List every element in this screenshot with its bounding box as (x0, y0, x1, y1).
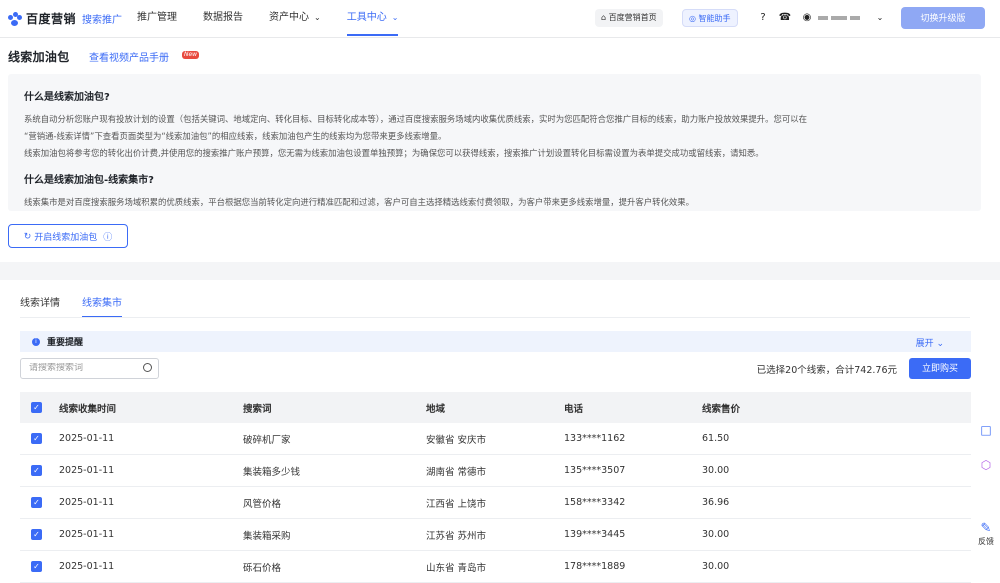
header-phone: 电话 (564, 403, 584, 415)
nav-item-reports[interactable]: 数据报告 (203, 0, 243, 38)
lead-market-card: 线索详情 线索集市 i 重要提醒 展开 ⌄ 已选择20个线索，合计742.76元… (0, 280, 1000, 583)
header-price: 线索售价 (702, 403, 741, 415)
cell-keyword: 集装箱多少钱 (243, 466, 301, 478)
smart-assistant-button[interactable]: ◎ 智能助手 (682, 9, 738, 27)
chevron-down-icon: ⌄ (314, 13, 321, 22)
headset-icon[interactable]: ☎ (778, 11, 792, 25)
row-checkbox[interactable]: ✓ (31, 497, 42, 508)
chevron-down-icon: ⌄ (391, 13, 399, 22)
cell-price: 61.50 (702, 433, 730, 444)
cell-phone: 133****1162 (564, 433, 626, 444)
intro-question-2: 什么是线索加油包-线索集市? (24, 175, 154, 186)
info-icon: i (32, 337, 40, 346)
buy-now-button[interactable]: 立即购买 (909, 358, 971, 379)
feedback-button[interactable]: ✎ 反馈 (974, 521, 998, 547)
account-name-masked[interactable] (818, 16, 866, 21)
cell-phone: 135****3507 (564, 465, 626, 476)
header-collect-time[interactable]: 线索收集时间 (59, 401, 243, 415)
intro-paragraph-1: 系统自动分析您账户现有投放计划的设置（包括关键词、地域定向、转化目标、目标转化成… (24, 114, 808, 124)
cell-region: 山东省 青岛市 (426, 562, 487, 574)
table-row[interactable]: ✓ 2025-01-11 砾石价格 山东省 青岛市 178****1889 30… (20, 551, 971, 583)
cell-region: 江苏省 苏州市 (426, 530, 487, 542)
open-lead-booster-button[interactable]: ↻ 开启线索加油包 ⓘ (8, 224, 128, 248)
top-navigation-bar: 百度营销 搜索推广 推广管理 数据报告 资产中心 ⌄ 工具中心 ⌄ ⌂ 百度营销首页… (0, 0, 1000, 38)
chat-icon[interactable]: □ (976, 420, 996, 440)
notice-title: 重要提醒 (47, 338, 84, 348)
cell-date: 2025-01-11 (59, 433, 115, 444)
chevron-down-icon[interactable]: ⌄ (873, 11, 887, 25)
baidu-home-button[interactable]: ⌂ 百度营销首页 (595, 9, 663, 27)
row-checkbox[interactable]: ✓ (31, 561, 42, 572)
important-notice-bar: i 重要提醒 展开 ⌄ (20, 331, 971, 352)
video-manual-link[interactable]: 查看视频产品手册 (89, 49, 169, 64)
cell-region: 湖南省 常德市 (426, 466, 487, 478)
cell-date: 2025-01-11 (59, 561, 115, 572)
cell-keyword: 砾石价格 (243, 562, 282, 574)
paw-logo-icon (8, 11, 22, 26)
cell-date: 2025-01-11 (59, 529, 115, 540)
search-box (20, 358, 159, 379)
nav-item-tools[interactable]: 工具中心 ⌄ (346, 0, 399, 38)
lead-table: ✓ 线索收集时间 搜索词 地域 电话 线索售价 ✓ 2025-01-11 破碎机… (20, 392, 971, 583)
refresh-icon: ↻ (23, 230, 32, 241)
main-nav: 推广管理 数据报告 资产中心 ⌄ 工具中心 ⌄ (137, 0, 424, 38)
cell-price: 30.00 (702, 561, 730, 572)
cell-region: 江西省 上饶市 (426, 498, 487, 510)
tab-lead-market[interactable]: 线索集市 (82, 294, 122, 318)
help-icon[interactable]: ? (756, 11, 770, 25)
tab-lead-details[interactable]: 线索详情 (20, 294, 60, 318)
intro-panel: 什么是线索加油包? 系统自动分析您账户现有投放计划的设置（包括关键词、地域定向、… (8, 74, 981, 211)
table-row[interactable]: ✓ 2025-01-11 破碎机厂家 安徽省 安庆市 133****1162 6… (20, 423, 971, 455)
logo-text: 百度营销 (26, 12, 77, 26)
selection-summary: 已选择20个线索，合计742.76元 (756, 365, 897, 376)
header-region: 地域 (426, 403, 446, 415)
search-icon[interactable] (143, 363, 152, 372)
cell-phone: 158****3342 (564, 497, 626, 508)
switch-upgrade-button[interactable]: 切换升级版 (901, 7, 985, 29)
new-badge: New (182, 51, 200, 59)
row-checkbox[interactable]: ✓ (31, 465, 42, 476)
search-input[interactable] (29, 363, 139, 373)
tab-bar: 线索详情 线索集市 (20, 294, 122, 318)
account-icon[interactable]: ◉ (800, 11, 814, 25)
row-checkbox[interactable]: ✓ (31, 529, 42, 540)
nav-item-assets[interactable]: 资产中心 ⌄ (269, 0, 321, 38)
page-title: 线索加油包 (8, 50, 70, 64)
table-header: ✓ 线索收集时间 搜索词 地域 电话 线索售价 (20, 392, 971, 423)
intro-paragraph-3: 线索加油包将参考您的转化出价计费,并使用您的搜索推广账户预算，您无需为线索加油包… (24, 148, 764, 158)
nav-item-promotion[interactable]: 推广管理 (137, 0, 177, 38)
intro-paragraph-2: “营销通-线索详情”下查看页面类型为“线索加油包”的相应线索，线索加油包产生的线… (24, 131, 447, 141)
intro-question-1: 什么是线索加油包? (24, 92, 110, 103)
cell-phone: 178****1889 (564, 561, 626, 572)
logo-subtitle: 搜索推广 (82, 15, 123, 26)
cell-region: 安徽省 安庆市 (426, 434, 487, 446)
header-keyword: 搜索词 (243, 403, 272, 415)
cell-date: 2025-01-11 (59, 497, 115, 508)
cell-date: 2025-01-11 (59, 465, 115, 476)
cell-price: 36.96 (702, 497, 730, 508)
cell-keyword: 破碎机厂家 (243, 434, 291, 446)
open-button-label: 开启线索加油包 (34, 231, 98, 242)
feedback-label: 反馈 (978, 537, 994, 546)
select-all-checkbox[interactable]: ✓ (31, 402, 42, 413)
cell-keyword: 集装箱采购 (243, 530, 291, 542)
expand-link[interactable]: 展开 ⌄ (916, 336, 944, 349)
tab-divider (20, 317, 970, 318)
assistant-hexagon-icon[interactable]: ⬡ (976, 455, 996, 475)
intro-paragraph-4: 线索集市是对百度搜索服务场域积累的优质线索，平台根据您当前转化定向进行精准匹配和… (24, 197, 694, 207)
table-row[interactable]: ✓ 2025-01-11 集装箱多少钱 湖南省 常德市 135****3507 … (20, 455, 971, 487)
pen-icon: ✎ (980, 521, 992, 536)
lead-booster-intro-card: 线索加油包 查看视频产品手册 New 什么是线索加油包? 系统自动分析您账户现有… (0, 38, 1000, 262)
cell-price: 30.00 (702, 465, 730, 476)
brand-logo[interactable]: 百度营销 搜索推广 (8, 10, 122, 27)
table-row[interactable]: ✓ 2025-01-11 集装箱采购 江苏省 苏州市 139****3445 3… (20, 519, 971, 551)
cell-price: 30.00 (702, 529, 730, 540)
cell-keyword: 风管价格 (243, 498, 282, 510)
table-row[interactable]: ✓ 2025-01-11 风管价格 江西省 上饶市 158****3342 36… (20, 487, 971, 519)
row-checkbox[interactable]: ✓ (31, 433, 42, 444)
info-icon: ⓘ (103, 231, 113, 242)
cell-phone: 139****3445 (564, 529, 626, 540)
